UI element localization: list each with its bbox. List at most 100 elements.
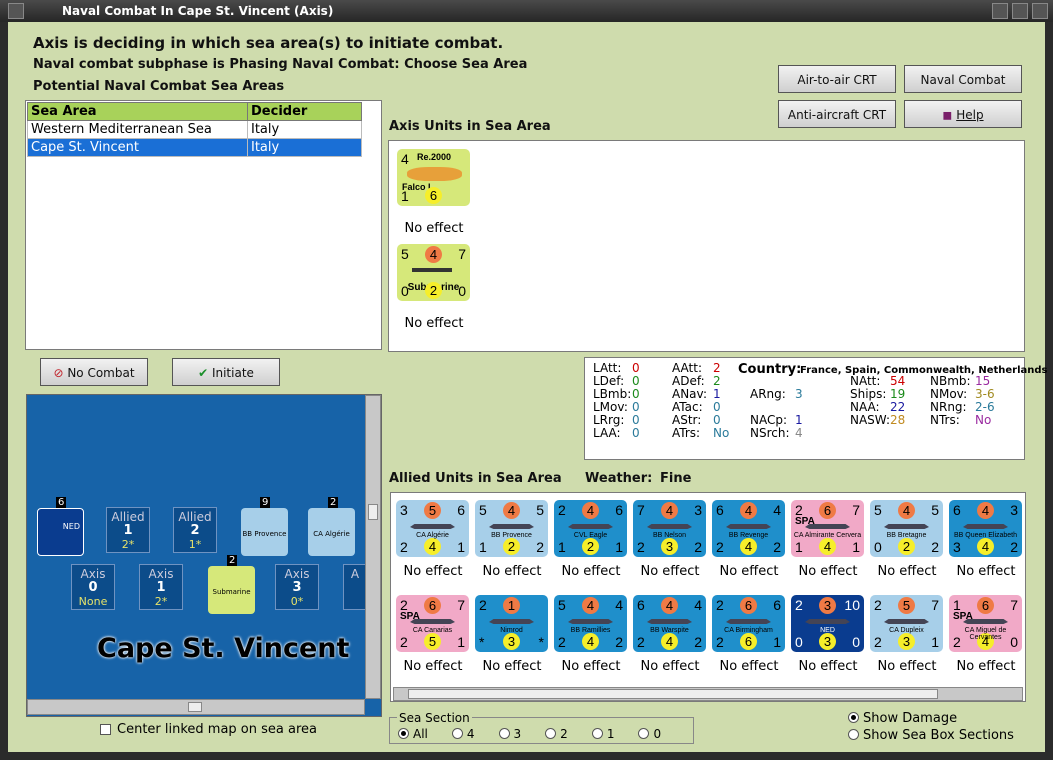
window-menu-icon[interactable] <box>8 3 24 19</box>
map-horizontal-scrollbar[interactable] <box>27 699 365 715</box>
show-damage-option[interactable]: Show Damage <box>848 711 957 726</box>
allied-unit-card[interactable]: 2 10 0 0 3 3 NED <box>791 595 864 652</box>
stat-label: ARng: <box>750 387 786 401</box>
allied-sea-box-1[interactable]: Allied 1 2* <box>106 507 150 553</box>
sea-section-radio[interactable] <box>451 728 463 739</box>
unit-value: 4 <box>977 502 994 519</box>
naval-combat-chart-button[interactable]: Naval Combat Chart <box>904 65 1022 115</box>
scrollbar-thumb[interactable] <box>408 689 938 699</box>
map-vertical-scrollbar[interactable] <box>365 395 381 699</box>
flag-label: SPA <box>795 516 815 527</box>
sea-section-option[interactable]: 0 <box>638 727 661 741</box>
stat-value: 1 <box>795 413 803 427</box>
close-icon[interactable] <box>1032 3 1048 19</box>
unit-value: 6 <box>457 502 465 518</box>
allied-unit-card[interactable]: 2 7 2 1 5 3 CA Dupleix <box>870 595 943 652</box>
sea-section-radio[interactable] <box>398 728 409 739</box>
help-button[interactable]: ◼ Help <box>904 100 1022 128</box>
allied-unit-card[interactable]: 6 4 2 2 4 4 BB Warspite <box>633 595 706 652</box>
show-damage-radio[interactable] <box>848 712 859 723</box>
unit-value: 4 <box>615 597 623 613</box>
allied-unit-card[interactable]: 2 6 1 1 4 2 CVL Eagle <box>554 500 627 557</box>
box-side: Axis <box>148 567 174 581</box>
sea-area-row[interactable]: Western Mediterranean Sea Italy <box>27 120 362 139</box>
no-combat-button[interactable]: ⊘ No Combat <box>40 358 148 386</box>
center-map-checkbox[interactable] <box>100 724 111 735</box>
stat-value: No <box>975 413 992 427</box>
sea-section-radio[interactable] <box>498 728 510 739</box>
allied-unit-card[interactable]: 2 6 2 1 6 6 CA Birmingham <box>712 595 785 652</box>
allied-unit-card[interactable]: 6 3 3 2 4 4 BB Queen Elizabeth <box>949 500 1022 557</box>
allied-unit-card[interactable]: 2 7 2 1 6 5 SPA CA Canarias <box>396 595 469 652</box>
allied-unit-card[interactable]: 5 5 0 2 4 2 BB Bretagne <box>870 500 943 557</box>
sea-section-option-label: 3 <box>513 727 522 741</box>
sea-map[interactable]: NED 6 Allied 1 2* Allied 2 1* BB Provence 9 … <box>26 394 382 717</box>
window-title-bar: Naval Combat In Cape St. Vincent (Axis) <box>0 0 1053 22</box>
unit-value: 2 <box>503 538 520 555</box>
axis-air-unit[interactable]: 4 Re.2000 Falco I 1 6 <box>397 149 470 206</box>
stat-value: 0 <box>632 426 640 440</box>
sea-area-row-selected[interactable]: Cape St. Vincent Italy <box>27 138 362 157</box>
sea-section-option[interactable]: 3 <box>498 727 522 741</box>
unit-value: 2 <box>637 539 645 555</box>
box-value: 0* <box>290 595 304 608</box>
anti-aircraft-crt-button[interactable]: Anti-aircraft CRT <box>778 100 896 128</box>
sea-section-option[interactable]: 2 <box>545 727 568 741</box>
sea-section-option[interactable]: 1 <box>591 727 614 741</box>
allied-unit-card[interactable]: 3 6 2 1 5 4 CA Algérie <box>396 500 469 557</box>
stat-value: 19 <box>890 387 906 401</box>
allied-unit-card[interactable]: 5 5 1 2 4 2 BB Provence <box>475 500 548 557</box>
scrollbar-thumb[interactable] <box>188 702 202 712</box>
allied-unit-card[interactable]: 2 7 1 1 6 4 SPA CA Almirante Cervera <box>791 500 864 557</box>
map-submarine-unit[interactable]: Submarine <box>208 566 255 614</box>
unit-result: No effect <box>956 659 1016 674</box>
axis-sea-box-3[interactable]: Axis 3 0* <box>275 564 319 610</box>
unit-result: No effect <box>482 564 542 579</box>
map-provence-unit[interactable]: BB Provence <box>241 508 288 556</box>
sea-section-option[interactable]: 4 <box>451 727 475 741</box>
unit-label: BB Provence <box>242 530 287 538</box>
axis-sea-box-0[interactable]: Axis 0 None <box>71 564 115 610</box>
sea-section-option[interactable]: All <box>398 727 428 741</box>
maximize-icon[interactable] <box>1012 3 1028 19</box>
allied-unit-card[interactable]: 2 * * 1 3 Nimrod <box>475 595 548 652</box>
stack-count: 2 <box>328 497 339 508</box>
window-title: Naval Combat In Cape St. Vincent (Axis) <box>62 4 334 18</box>
allied-sea-box-2[interactable]: Allied 2 1* <box>173 507 217 553</box>
stat-label: LMov: <box>593 400 628 414</box>
scrollbar-thumb[interactable] <box>368 504 378 520</box>
axis-sea-box-partial[interactable]: A <box>343 564 367 610</box>
unit-value: 1 <box>503 597 520 614</box>
sea-section-radio[interactable] <box>591 728 603 739</box>
allied-unit-card[interactable]: 1 7 2 0 6 4 SPA CA Miguel de Cervantes <box>949 595 1022 652</box>
column-sea-area[interactable]: Sea Area <box>27 102 248 121</box>
map-algerie-unit[interactable]: CA Algérie <box>308 508 355 556</box>
unit-value: 7 <box>637 502 645 518</box>
initiate-combat-button[interactable]: ✔ Initiate Combat <box>172 358 280 408</box>
show-sections-option[interactable]: Show Sea Box Sections <box>848 728 1014 743</box>
axis-sea-box-1[interactable]: Axis 1 2* <box>139 564 183 610</box>
axis-submarine-unit[interactable]: 5 4 7 Submarine 0 2 0 <box>397 244 470 301</box>
box-side: Allied <box>178 510 212 524</box>
show-sections-radio[interactable] <box>848 729 859 740</box>
column-decider[interactable]: Decider <box>247 102 362 121</box>
allied-unit-card[interactable]: 6 4 2 2 4 4 BB Revenge <box>712 500 785 557</box>
stat-label: AStr: <box>672 413 702 427</box>
air-to-air-crt-button[interactable]: Air-to-air CRT <box>778 65 896 93</box>
unit-value: 6 <box>615 502 623 518</box>
unit-value: 2 <box>536 539 544 555</box>
allied-unit-card[interactable]: 7 3 2 2 4 3 BB Nelson <box>633 500 706 557</box>
sea-area-list[interactable]: Sea Area Decider Western Mediterranean Se… <box>25 100 382 350</box>
unit-value: 7 <box>931 597 939 613</box>
unit-result: No effect <box>404 316 464 331</box>
center-map-checkbox-row[interactable]: Center linked map on sea area <box>100 722 317 737</box>
minimize-icon[interactable] <box>992 3 1008 19</box>
allied-unit-card[interactable]: 5 4 2 2 4 4 BB Ramillies <box>554 595 627 652</box>
allied-horizontal-scrollbar[interactable] <box>393 687 1023 701</box>
weather-label: Weather: <box>585 471 653 486</box>
map-ned-unit[interactable]: NED <box>37 508 84 556</box>
unit-value: 4 <box>582 597 599 614</box>
sea-section-radio[interactable] <box>638 728 650 739</box>
unit-value: 2 <box>400 634 408 650</box>
sea-section-radio[interactable] <box>545 728 557 739</box>
